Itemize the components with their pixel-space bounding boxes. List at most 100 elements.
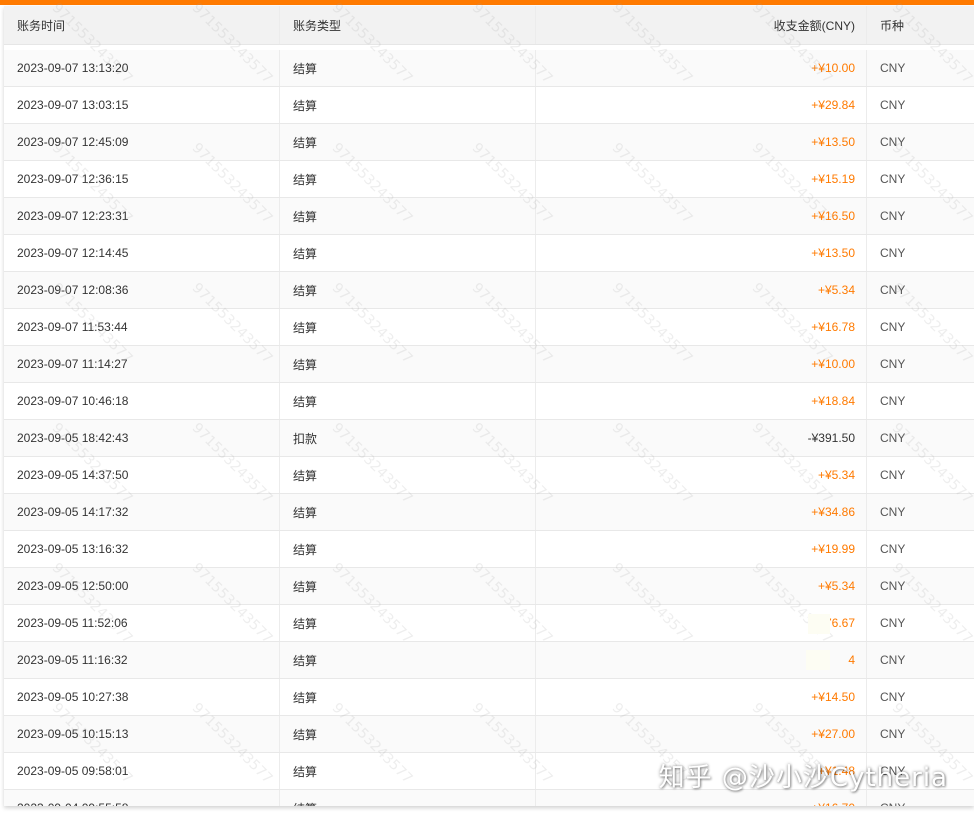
cell-currency: CNY	[880, 135, 906, 149]
cell-time: 2023-09-05 12:50:00	[4, 568, 280, 604]
cell-amount: +¥5.34	[536, 568, 867, 604]
cell-amount: +¥10.00	[536, 346, 867, 382]
table-row: 2023-09-05 14:37:50 结算 +¥5.34 CNY	[4, 457, 974, 494]
cell-type: 结算	[280, 457, 536, 493]
table-row: 2023-09-07 12:23:31 结算 +¥16.50 CNY	[4, 198, 974, 235]
cell-type: 结算	[280, 161, 536, 197]
table-row: 2023-09-05 13:16:32 结算 +¥19.99 CNY	[4, 531, 974, 568]
cell-time: 2023-09-05 10:15:13	[4, 716, 280, 752]
cell-type: 结算	[280, 642, 536, 678]
cell-type: 结算	[280, 790, 536, 806]
cell-type: 结算	[280, 494, 536, 530]
cell-amount: +¥14.50	[536, 679, 867, 715]
table-row: 2023-09-05 10:27:38 结算 +¥14.50 CNY	[4, 679, 974, 716]
table-row: 2023-09-07 11:53:44 结算 +¥16.78 CNY	[4, 309, 974, 346]
cell-type: 结算	[280, 679, 536, 715]
cell-currency: CNY	[880, 98, 906, 112]
cell-time: 2023-09-05 13:16:32	[4, 531, 280, 567]
cell-currency: CNY	[880, 320, 906, 334]
cell-currency: CNY	[880, 246, 906, 260]
cell-time: 2023-09-07 12:08:36	[4, 272, 280, 308]
cell-type: 结算	[280, 716, 536, 752]
cell-type: 结算	[280, 198, 536, 234]
cell-currency: CNY	[880, 468, 906, 482]
header-type[interactable]: 账务类型	[280, 6, 536, 44]
cell-currency: CNY	[880, 431, 906, 445]
table-row: 2023-09-05 18:42:43 扣款 -¥391.50 CNY	[4, 420, 974, 457]
cell-type: 结算	[280, 272, 536, 308]
header-amount[interactable]: 收支金额(CNY)	[536, 6, 867, 44]
cell-amount: +¥10.00	[536, 50, 867, 86]
cell-time: 2023-09-07 12:14:45	[4, 235, 280, 271]
cell-time: 2023-09-04 09:55:58	[4, 790, 280, 806]
cell-currency: CNY	[880, 505, 906, 519]
redaction-patch	[808, 614, 830, 634]
cell-type: 结算	[280, 50, 536, 86]
cell-amount: +¥15.19	[536, 161, 867, 197]
cell-time: 2023-09-07 13:03:15	[4, 87, 280, 123]
cell-amount: +¥29.84	[536, 87, 867, 123]
cell-type: 结算	[280, 568, 536, 604]
cell-type: 结算	[280, 87, 536, 123]
cell-currency: CNY	[880, 394, 906, 408]
cell-time: 2023-09-05 11:52:06	[4, 605, 280, 641]
table-row: 2023-09-07 11:14:27 结算 +¥10.00 CNY	[4, 346, 974, 383]
cell-time: 2023-09-05 10:27:38	[4, 679, 280, 715]
cell-currency: CNY	[880, 357, 906, 371]
cell-time: 2023-09-05 14:17:32	[4, 494, 280, 530]
table-row: 2023-09-05 12:50:00 结算 +¥5.34 CNY	[4, 568, 974, 605]
cell-type: 结算	[280, 605, 536, 641]
table-row: 2023-09-07 13:13:20 结算 +¥10.00 CNY	[4, 50, 974, 87]
cell-currency: CNY	[880, 209, 906, 223]
table-row: 2023-09-07 12:36:15 结算 +¥15.19 CNY	[4, 161, 974, 198]
cell-amount: -¥391.50	[536, 420, 867, 456]
cell-currency: CNY	[880, 727, 906, 741]
header-currency[interactable]: 币种	[867, 6, 974, 44]
table-row: 2023-09-07 13:03:15 结算 +¥29.84 CNY	[4, 87, 974, 124]
cell-currency: CNY	[880, 172, 906, 186]
cell-time: 2023-09-07 12:45:09	[4, 124, 280, 160]
cell-type: 结算	[280, 531, 536, 567]
table-row: 2023-09-07 12:14:45 结算 +¥13.50 CNY	[4, 235, 974, 272]
cell-time: 2023-09-07 11:14:27	[4, 346, 280, 382]
cell-type: 结算	[280, 309, 536, 345]
cell-time: 2023-09-05 09:58:01	[4, 753, 280, 789]
billing-table: 账务时间 账务类型 收支金额(CNY) 币种 2023-09-07 13:13:…	[4, 6, 974, 806]
cell-type: 结算	[280, 235, 536, 271]
top-accent-bar	[0, 0, 974, 5]
cell-currency: CNY	[880, 616, 906, 630]
header-time[interactable]: 账务时间	[4, 6, 280, 44]
cell-time: 2023-09-05 18:42:43	[4, 420, 280, 456]
cell-time: 2023-09-07 13:13:20	[4, 50, 280, 86]
cell-time: 2023-09-07 10:46:18	[4, 383, 280, 419]
cell-amount: +¥13.50	[536, 124, 867, 160]
cell-time: 2023-09-07 12:36:15	[4, 161, 280, 197]
cell-time: 2023-09-05 11:16:32	[4, 642, 280, 678]
cell-type: 结算	[280, 383, 536, 419]
cell-currency: CNY	[880, 579, 906, 593]
cell-type: 扣款	[280, 420, 536, 456]
cell-type: 结算	[280, 753, 536, 789]
cell-currency: CNY	[880, 653, 906, 667]
redaction-patch	[806, 650, 830, 670]
cell-type: 结算	[280, 346, 536, 382]
cell-currency: CNY	[880, 61, 906, 75]
cell-time: 2023-09-07 12:23:31	[4, 198, 280, 234]
cell-currency: CNY	[880, 283, 906, 297]
cell-currency: CNY	[880, 690, 906, 704]
cell-type: 结算	[280, 124, 536, 160]
table-header-row: 账务时间 账务类型 收支金额(CNY) 币种	[4, 6, 974, 45]
table-row: 2023-09-05 10:15:13 结算 +¥27.00 CNY	[4, 716, 974, 753]
cell-amount: +¥5.34	[536, 457, 867, 493]
cell-amount: +¥34.86	[536, 494, 867, 530]
cell-amount: +¥18.84	[536, 383, 867, 419]
cell-amount: +¥16.78	[536, 309, 867, 345]
cell-amount: +¥5.34	[536, 272, 867, 308]
cell-amount: +¥19.99	[536, 531, 867, 567]
cell-time: 2023-09-05 14:37:50	[4, 457, 280, 493]
cell-time: 2023-09-07 11:53:44	[4, 309, 280, 345]
cell-amount: +¥13.50	[536, 235, 867, 271]
credit-watermark: 知乎 @沙小沙Cytheria	[658, 763, 948, 793]
cell-currency: CNY	[880, 542, 906, 556]
cell-amount: +¥27.00	[536, 716, 867, 752]
